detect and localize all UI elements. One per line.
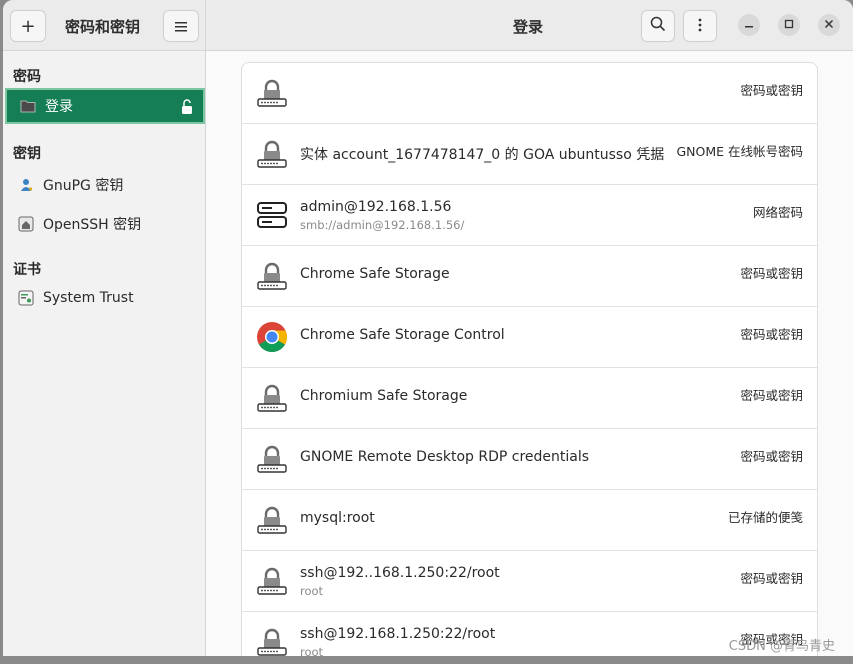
folder-icon <box>19 97 37 115</box>
page-title: 登录 <box>513 18 544 36</box>
chrome-icon <box>256 321 288 353</box>
search-button[interactable] <box>641 10 675 42</box>
app-window: + 密码和密钥 登录 密码 登录 密钥 GnuPG 密钥 OpenSSH 密钥 … <box>3 0 853 656</box>
item-type: 密码或密钥 <box>740 449 803 464</box>
item-subtitle: root <box>300 584 324 598</box>
lock-icon <box>256 565 288 597</box>
item-name: Chrome Safe Storage Control <box>300 327 505 343</box>
sidebar-item-openssh[interactable]: OpenSSH 密钥 <box>5 206 205 242</box>
item-type: 已存储的便笺 <box>727 510 803 525</box>
item-name: ssh@192..168.1.250:22/root <box>300 565 500 581</box>
list-item[interactable]: Chrome Safe Storage 密码或密钥 <box>242 246 817 307</box>
maximize-icon <box>784 19 794 32</box>
header-bar: + 密码和密钥 登录 <box>3 0 853 51</box>
lock-icon <box>256 382 288 414</box>
login-items-list: 密码或密钥实体 account_1677478147_0 的 GOA ubunt… <box>241 62 818 656</box>
app-title: 密码和密钥 <box>65 18 141 36</box>
section-title-passwords: 密码 <box>13 69 41 85</box>
section-title-certificates: 证书 <box>13 262 41 278</box>
certificate-icon <box>17 289 35 307</box>
search-icon <box>650 16 666 37</box>
list-item[interactable]: 实体 account_1677478147_0 的 GOA ubuntusso … <box>242 124 817 185</box>
sidebar: 密码 登录 密钥 GnuPG 密钥 OpenSSH 密钥 证书 System T… <box>3 51 206 656</box>
item-name: mysql:root <box>300 510 375 526</box>
item-type: 密码或密钥 <box>740 266 803 281</box>
hamburger-icon <box>175 16 187 37</box>
item-type: 密码或密钥 <box>740 83 803 98</box>
item-subtitle: root <box>300 645 324 656</box>
person-key-icon <box>17 176 35 194</box>
list-item[interactable]: mysql:root 已存储的便笺 <box>242 490 817 551</box>
close-button[interactable] <box>818 14 840 36</box>
lock-icon <box>256 77 288 109</box>
unlocked-icon[interactable] <box>181 99 193 119</box>
lock-icon <box>256 138 288 170</box>
maximize-button[interactable] <box>778 14 800 36</box>
home-key-icon <box>17 215 35 233</box>
sidebar-item-gnupg[interactable]: GnuPG 密钥 <box>5 167 205 203</box>
sidebar-item-system-trust[interactable]: System Trust <box>5 280 205 316</box>
item-type: 密码或密钥 <box>740 388 803 403</box>
lock-icon <box>256 443 288 475</box>
list-item[interactable]: Chrome Safe Storage Control 密码或密钥 <box>242 307 817 368</box>
server-icon <box>256 199 288 231</box>
item-name: GNOME Remote Desktop RDP credentials <box>300 449 590 465</box>
item-name: Chrome Safe Storage <box>300 266 450 282</box>
plus-icon: + <box>20 15 36 37</box>
item-name: ssh@192.168.1.250:22/root <box>300 626 496 642</box>
item-type: GNOME 在线帐号密码 <box>676 144 803 159</box>
lock-icon <box>256 504 288 536</box>
item-type: 密码或密钥 <box>740 571 803 586</box>
item-name: 实体 account_1677478147_0 的 GOA ubuntusso … <box>300 147 665 163</box>
list-item[interactable]: ssh@192..168.1.250:22/root root 密码或密钥 <box>242 551 817 612</box>
item-type: 网络密码 <box>752 205 803 220</box>
item-name: Chromium Safe Storage <box>300 388 468 404</box>
list-item[interactable]: admin@192.168.1.56 smb://admin@192.168.1.… <box>242 185 817 246</box>
vertical-dots-icon <box>698 16 702 37</box>
sidebar-item-label: GnuPG 密钥 <box>43 178 124 194</box>
lock-icon <box>256 626 288 656</box>
sidebar-item-label: OpenSSH 密钥 <box>43 217 142 233</box>
list-item[interactable]: GNOME Remote Desktop RDP credentials 密码或密… <box>242 429 817 490</box>
more-options-button[interactable] <box>683 10 717 42</box>
sidebar-item-label: System Trust <box>43 290 134 306</box>
minimize-icon <box>744 19 754 32</box>
list-item[interactable]: 密码或密钥 <box>242 63 817 124</box>
close-icon <box>824 19 834 32</box>
item-name: admin@192.168.1.56 <box>300 199 452 215</box>
lock-icon <box>256 260 288 292</box>
list-item[interactable]: Chromium Safe Storage 密码或密钥 <box>242 368 817 429</box>
section-title-keys: 密钥 <box>13 146 41 162</box>
watermark-text: CSDN @青鸟青史 <box>728 639 835 654</box>
main-content: 密码或密钥实体 account_1677478147_0 的 GOA ubunt… <box>206 51 853 656</box>
add-button[interactable]: + <box>10 10 46 42</box>
minimize-button[interactable] <box>738 14 760 36</box>
sidebar-item-label: 登录 <box>45 99 73 115</box>
main-menu-button[interactable] <box>163 10 199 42</box>
item-type: 密码或密钥 <box>740 327 803 342</box>
sidebar-item-login[interactable]: 登录 <box>5 88 205 124</box>
item-subtitle: smb://admin@192.168.1.56/ <box>300 218 465 232</box>
